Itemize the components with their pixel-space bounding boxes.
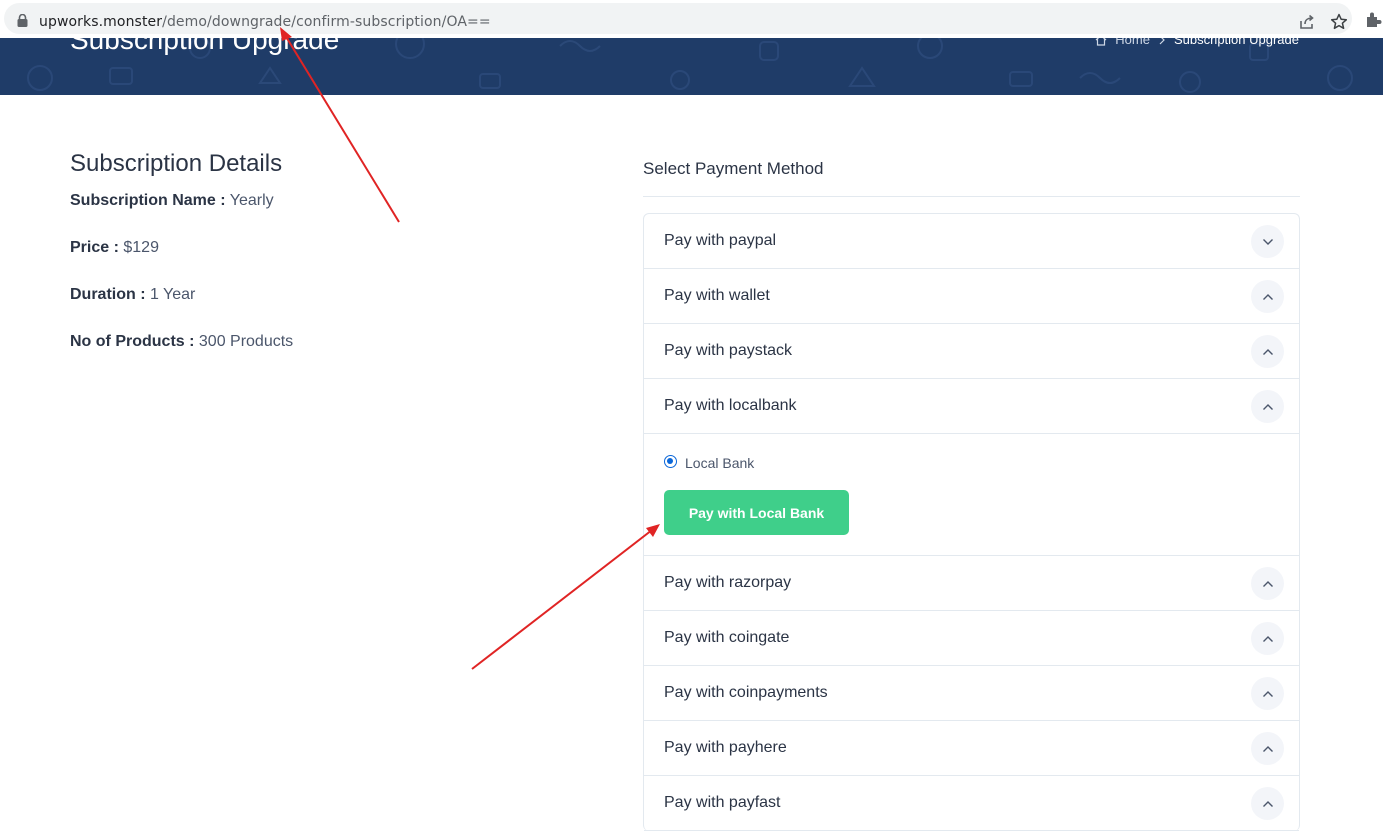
payment-heading: Select Payment Method [643, 159, 824, 178]
detail-label: No of Products : [70, 333, 195, 350]
payment-method-payfast[interactable]: Pay with payfast [644, 776, 1299, 831]
home-icon[interactable] [1095, 38, 1107, 46]
omnibox[interactable]: upworks.monster/demo/downgrade/confirm-s… [4, 3, 1352, 34]
url-path: /demo/downgrade/confirm-subscription/OA=… [162, 14, 491, 30]
url-text[interactable]: upworks.monster/demo/downgrade/confirm-s… [39, 14, 491, 30]
payment-accordion: Pay with paypal Pay with wallet Pay with… [643, 213, 1300, 831]
extensions-icon[interactable] [1364, 9, 1383, 29]
browser-address-bar: upworks.monster/demo/downgrade/confirm-s… [0, 0, 1383, 38]
payment-method-localbank[interactable]: Pay with localbank [644, 379, 1299, 434]
payment-method-payhere[interactable]: Pay with payhere [644, 721, 1299, 776]
local-bank-radio[interactable] [664, 455, 677, 468]
chevron-up-icon[interactable] [1251, 280, 1284, 313]
payment-method-paystack[interactable]: Pay with paystack [644, 324, 1299, 379]
chevron-up-icon[interactable] [1251, 567, 1284, 600]
page-banner: Subscription Upgrade Home Subscription U… [0, 38, 1383, 95]
payment-method-label: Pay with wallet [664, 287, 770, 304]
divider [643, 196, 1300, 197]
chevron-up-icon[interactable] [1251, 622, 1284, 655]
detail-value: $129 [123, 239, 159, 256]
detail-value: 300 Products [198, 333, 294, 350]
breadcrumb-current: Subscription Upgrade [1173, 38, 1299, 47]
payment-method-label: Pay with paystack [664, 342, 793, 359]
url-host: upworks.monster [39, 14, 163, 30]
payment-method-coingate[interactable]: Pay with coingate [644, 611, 1299, 666]
detail-value: 1 Year [150, 286, 196, 303]
pay-with-local-bank-button[interactable]: Pay with Local Bank [664, 490, 849, 535]
annotation-arrow-button [471, 524, 660, 670]
payment-method-coinpayments[interactable]: Pay with coinpayments [644, 666, 1299, 721]
star-icon[interactable] [1329, 12, 1349, 32]
detail-row-duration: Duration : 1 Year [70, 286, 293, 333]
chevron-down-icon[interactable] [1251, 225, 1284, 258]
payment-method-label: Pay with payfast [664, 794, 781, 811]
chevron-up-icon[interactable] [1251, 390, 1284, 423]
payment-method-label: Pay with coingate [664, 629, 790, 646]
detail-label: Subscription Name : [70, 192, 226, 209]
chevron-up-icon[interactable] [1251, 335, 1284, 368]
detail-row-name: Subscription Name : Yearly [70, 192, 293, 239]
payment-method-label: Pay with localbank [664, 397, 797, 414]
chevron-up-icon[interactable] [1251, 732, 1284, 765]
payment-method-razorpay[interactable]: Pay with razorpay [644, 556, 1299, 611]
lock-icon[interactable] [17, 14, 28, 27]
chevron-right-icon [1159, 38, 1165, 44]
chevron-up-icon[interactable] [1251, 787, 1284, 820]
breadcrumb-home[interactable]: Home [1115, 38, 1150, 47]
chevron-up-icon[interactable] [1251, 677, 1284, 710]
detail-label: Duration : [70, 286, 146, 303]
payment-method-label: Pay with paypal [664, 232, 777, 249]
localbank-panel: Local Bank Pay with Local Bank [644, 434, 1299, 556]
detail-row-price: Price : $129 [70, 239, 293, 286]
payment-method-paypal[interactable]: Pay with paypal [644, 214, 1299, 269]
payment-method-label: Pay with payhere [664, 739, 787, 756]
local-bank-radio-label[interactable]: Local Bank [685, 455, 754, 471]
payment-method-label: Pay with coinpayments [664, 684, 828, 701]
share-icon[interactable] [1297, 12, 1317, 32]
page-title: Subscription Upgrade [70, 38, 340, 55]
detail-label: Price : [70, 239, 119, 256]
details-heading: Subscription Details [70, 150, 283, 177]
breadcrumb: Home Subscription Upgrade [1095, 38, 1299, 47]
subscription-details: Subscription Details Subscription Name :… [70, 150, 293, 380]
detail-row-products: No of Products : 300 Products [70, 333, 293, 380]
payment-method-label: Pay with razorpay [664, 574, 792, 591]
payment-method-wallet[interactable]: Pay with wallet [644, 269, 1299, 324]
detail-value: Yearly [229, 192, 274, 209]
